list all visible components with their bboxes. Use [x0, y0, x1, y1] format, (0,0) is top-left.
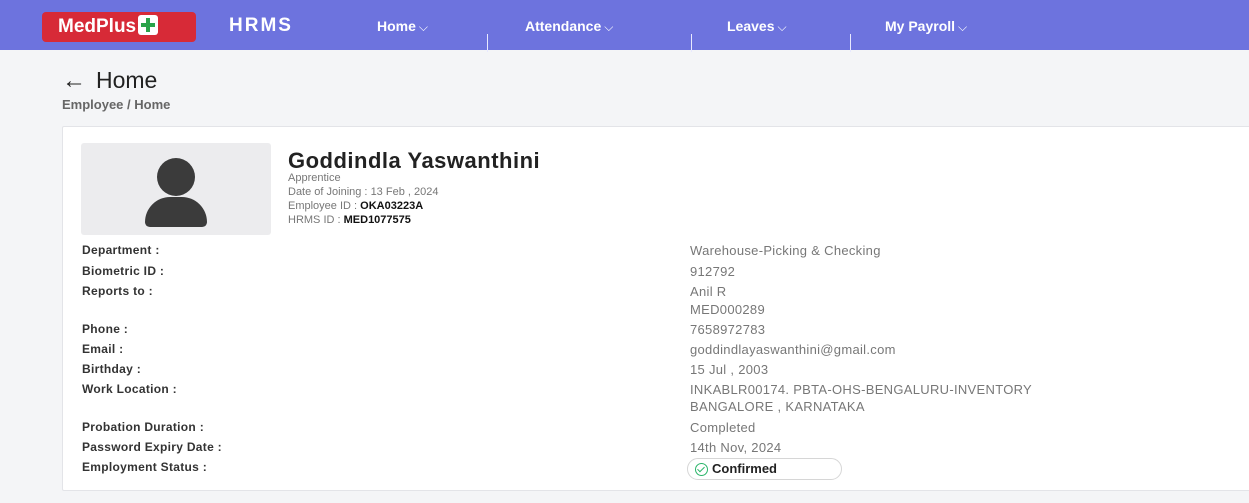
doj-label: Date of Joining : [288, 186, 368, 198]
nav-attendance-label: Attendance [525, 18, 602, 34]
biometric-id-value: 912792 [690, 264, 736, 279]
employee-name: Goddindla Yaswanthini [288, 148, 541, 173]
nav-home-label: Home [377, 18, 416, 34]
avatar-body [145, 197, 207, 227]
email-label: Email : [82, 342, 124, 356]
avatar-head [157, 158, 195, 196]
check-circle-icon [695, 463, 708, 476]
logo-text: MedPlus [58, 16, 137, 37]
doj-value: 13 Feb , 2024 [370, 186, 439, 198]
hrms-id-label: HRMS ID : [288, 214, 341, 226]
nav-my-payroll-label: My Payroll [885, 18, 956, 34]
phone-value: 7658972783 [690, 322, 766, 337]
email-value: goddindlayaswanthini@gmail.com [690, 342, 896, 357]
probation-duration-value: Completed [690, 420, 756, 435]
page-title-text: Home [96, 67, 158, 93]
employment-status-label: Employment Status : [82, 460, 208, 474]
app-name: HRMS [229, 15, 293, 36]
nav-home[interactable]: Home ⌵ [377, 18, 428, 35]
reports-to-id: MED000289 [690, 302, 765, 317]
nav-divider [487, 34, 488, 52]
nav-leaves[interactable]: Leaves ⌵ [727, 18, 787, 35]
biometric-id-label: Biometric ID : [82, 264, 165, 278]
nav-my-payroll[interactable]: My Payroll ⌵ [885, 18, 967, 35]
work-location-city: BANGALORE , KARNATAKA [690, 399, 865, 414]
nav-divider [691, 34, 692, 52]
employee-designation: Apprentice [288, 172, 341, 184]
reports-to-name: Anil R [690, 284, 727, 299]
work-location-value: INKABLR00174. PBTA-OHS-BENGALURU-INVENTO… [690, 382, 1033, 397]
nav-leaves-label: Leaves [727, 18, 775, 34]
hrms-id: HRMS ID : MED1077575 [288, 214, 411, 226]
status-badge: Confirmed [687, 458, 842, 480]
department-value: Warehouse-Picking & Checking [690, 243, 881, 258]
employee-id: Employee ID : OKA03223A [288, 200, 423, 212]
medplus-logo[interactable]: MedPlus [42, 12, 196, 42]
employee-id-value: OKA03223A [360, 200, 424, 212]
birthday-label: Birthday : [82, 362, 142, 376]
hrms-id-value: MED1077575 [343, 214, 411, 226]
user-silhouette-icon [81, 143, 271, 235]
reports-to-label: Reports to : [82, 284, 153, 298]
nav-divider [850, 34, 851, 52]
chevron-down-icon: ⌵ [604, 20, 614, 34]
arrow-left-icon[interactable]: ← [62, 67, 86, 94]
top-navbar: MedPlus HRMS Home ⌵ Attendance ⌵ Leaves ⌵ M… [0, 0, 1249, 52]
nav-attendance[interactable]: Attendance ⌵ [525, 18, 613, 35]
department-label: Department : [82, 243, 160, 257]
birthday-value: 15 Jul , 2003 [690, 362, 769, 377]
chevron-down-icon: ⌵ [777, 20, 787, 34]
date-of-joining: Date of Joining : 13 Feb , 2024 [288, 186, 438, 198]
phone-label: Phone : [82, 322, 129, 336]
chevron-down-icon: ⌵ [958, 20, 968, 34]
work-location-label: Work Location : [82, 382, 177, 396]
status-badge-text: Confirmed [712, 461, 777, 476]
plus-cross-icon [138, 15, 159, 35]
probation-duration-label: Probation Duration : [82, 420, 204, 434]
password-expiry-value: 14th Nov, 2024 [690, 440, 782, 455]
page-title: ← Home [62, 67, 157, 95]
breadcrumb: Employee / Home [62, 97, 171, 112]
chevron-down-icon: ⌵ [418, 20, 429, 34]
password-expiry-label: Password Expiry Date : [82, 440, 222, 454]
employee-id-label: Employee ID : [288, 200, 358, 212]
